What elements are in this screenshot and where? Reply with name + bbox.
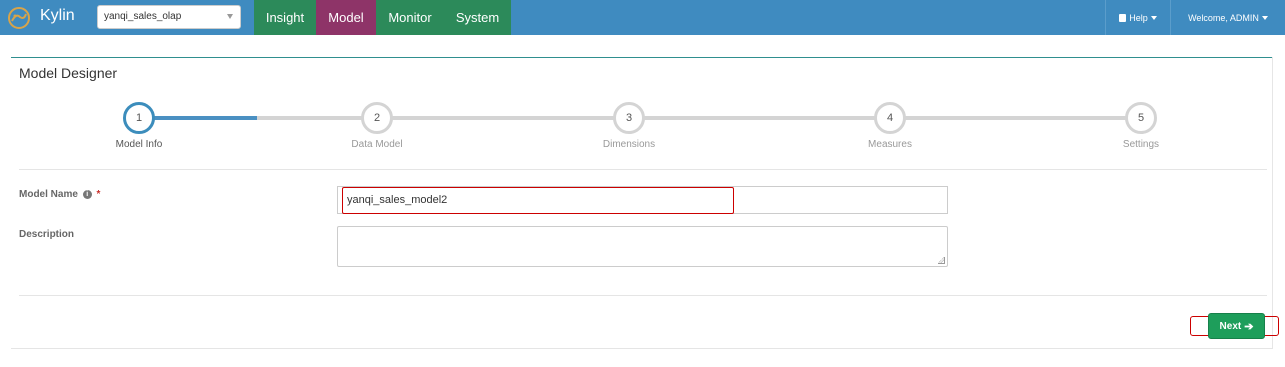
next-button-label: Next [1219,320,1242,332]
tab-model[interactable]: Model [316,0,376,35]
tab-system[interactable]: System [444,0,511,35]
step-number: 3 [625,112,633,124]
step-number: 4 [886,112,894,124]
step-label: Settings [1122,139,1160,150]
top-navbar: Kylin yanqi_sales_olap Insight Model Mon… [0,0,1285,35]
next-button[interactable]: Next ➔ [1208,313,1265,339]
tab-model-label: Model [328,10,364,25]
chevron-down-icon [227,14,233,19]
project-select[interactable]: yanqi_sales_olap [97,5,241,29]
page-title: Model Designer [19,65,118,81]
step-1[interactable]: 1 [123,102,155,134]
info-icon[interactable]: i [82,189,92,199]
step-track-progress [139,116,257,120]
step-number: 5 [1137,112,1145,124]
step-number: 1 [135,112,143,124]
project-select-value: yanqi_sales_olap [104,11,182,22]
brand-name: Kylin [40,7,75,24]
resize-handle-icon[interactable] [938,257,945,264]
tab-monitor-label: Monitor [388,10,432,25]
help-menu-label: Help [1129,12,1148,23]
book-icon [1119,13,1127,22]
step-number: 2 [373,112,381,124]
model-name-label: Model Name i * [19,189,100,200]
panel-border-right [1272,57,1273,349]
model-name-label-text: Model Name [19,189,78,200]
tab-monitor[interactable]: Monitor [376,0,444,35]
tab-insight-label: Insight [265,10,305,25]
step-label: Measures [868,139,912,150]
chevron-down-icon [1150,15,1157,20]
step-3[interactable]: 3 [613,102,645,134]
user-menu-label: Welcome, ADMIN [1188,12,1259,23]
description-textarea[interactable] [337,226,948,267]
panel-border-top [11,57,1273,58]
step-label: Dimensions [602,139,656,150]
help-menu[interactable]: Help [1105,0,1170,35]
model-name-value: yanqi_sales_model2 [347,194,448,206]
arrow-right-icon: ➔ [1244,320,1254,333]
divider [19,295,1267,296]
step-label: Model Info [115,139,163,150]
kylin-logo-icon [8,7,30,29]
tab-system-label: System [455,10,500,25]
step-label: Data Model [351,139,403,150]
step-4[interactable]: 4 [874,102,906,134]
required-mark: * [96,189,101,200]
step-2[interactable]: 2 [361,102,393,134]
chevron-down-icon [1261,15,1268,20]
divider [19,169,1267,170]
tab-insight[interactable]: Insight [254,0,316,35]
user-menu[interactable]: Welcome, ADMIN [1170,0,1285,35]
description-label: Description [19,229,75,240]
brand[interactable]: Kylin [0,0,86,35]
step-5[interactable]: 5 [1125,102,1157,134]
panel-border-bottom [11,348,1273,349]
